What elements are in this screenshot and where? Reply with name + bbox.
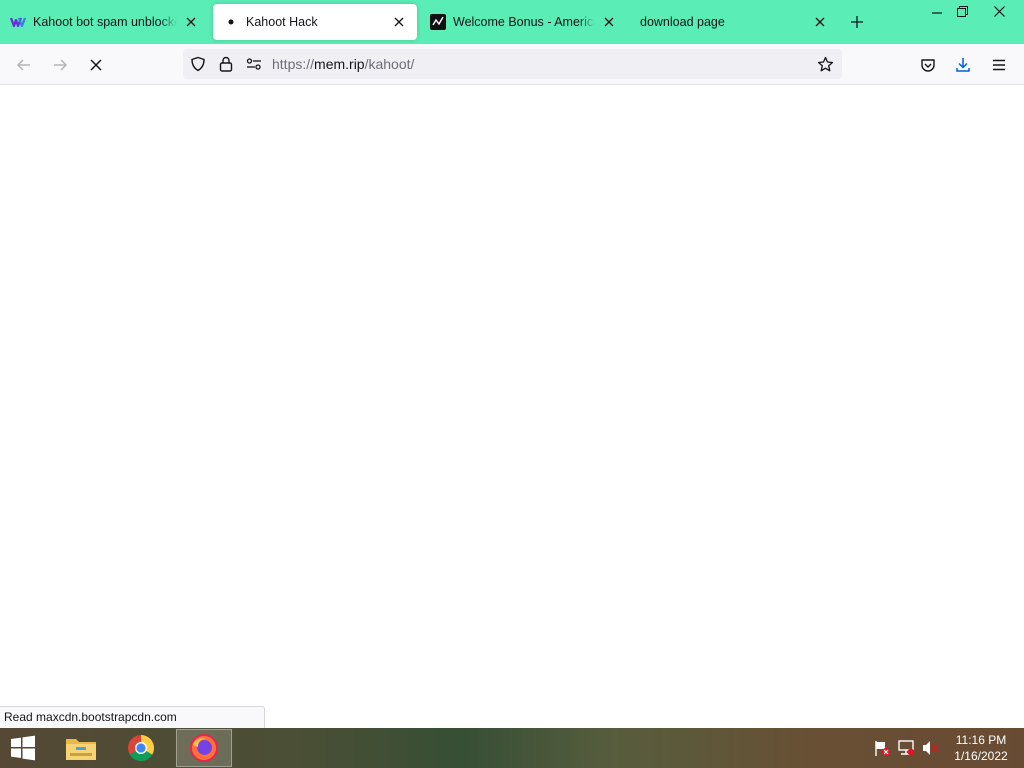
taskbar-firefox[interactable]: [176, 729, 232, 767]
address-bar[interactable]: https://mem.rip/kahoot/: [183, 49, 842, 79]
close-tab-icon[interactable]: [810, 12, 830, 32]
close-window-button[interactable]: [982, 0, 1016, 22]
volume-muted-icon[interactable]: [920, 738, 940, 758]
windows-taskbar: 11:16 PM 1/16/2022: [0, 728, 1024, 768]
taskbar-chrome[interactable]: [113, 729, 169, 767]
tab-welcome-bonus[interactable]: Welcome Bonus - Americas: [420, 4, 627, 40]
start-button[interactable]: [0, 729, 46, 767]
back-arrow-icon: [16, 59, 30, 71]
bookmark-star-icon[interactable]: [816, 55, 834, 73]
tracking-protection-shield-icon[interactable]: [189, 55, 207, 73]
tab-title: download page: [640, 15, 725, 29]
url-host: mem.rip: [314, 56, 365, 72]
dot-icon: [223, 14, 239, 30]
minimize-icon: [932, 12, 942, 14]
stop-icon: [90, 59, 102, 71]
taskbar-file-explorer[interactable]: [53, 729, 109, 767]
close-tab-icon[interactable]: [181, 12, 201, 32]
black-chart-icon: [430, 14, 446, 30]
close-tab-icon[interactable]: [599, 12, 619, 32]
page-content: Read maxcdn.bootstrapcdn.com: [0, 85, 1024, 728]
tab-kahoot-hack[interactable]: Kahoot Hack: [213, 4, 417, 40]
navigation-toolbar: https://mem.rip/kahoot/: [0, 44, 1024, 85]
taskbar-clock[interactable]: 11:16 PM 1/16/2022: [948, 732, 1014, 764]
stop-loading-button[interactable]: [83, 52, 109, 78]
download-icon: [956, 58, 970, 72]
url-scheme: https://: [272, 56, 315, 72]
close-tab-icon[interactable]: [389, 12, 409, 32]
chrome-icon: [128, 735, 155, 762]
action-center-flag-icon[interactable]: [872, 738, 892, 758]
tab-title: Welcome Bonus - Americas: [453, 15, 595, 29]
windows-start-icon: [11, 735, 35, 761]
pocket-button[interactable]: [915, 52, 941, 78]
status-text: Read maxcdn.bootstrapcdn.com: [4, 710, 177, 724]
permissions-icon[interactable]: [245, 55, 263, 73]
restore-button[interactable]: [946, 0, 978, 22]
tab-title: Kahoot Hack: [246, 15, 318, 29]
firefox-icon: [190, 734, 218, 762]
close-icon: [993, 5, 1005, 17]
hamburger-menu-icon: [993, 59, 1005, 71]
tab-title: Kahoot bot spam unblocked: [33, 15, 177, 29]
tab-download-page[interactable]: download page: [630, 4, 838, 40]
clock-date: 1/16/2022: [954, 749, 1008, 763]
url-path: /kahoot/: [364, 56, 415, 72]
tab-kahoot-bot-spam[interactable]: Kahoot bot spam unblocked: [0, 4, 209, 40]
clock-time: 11:16 PM: [955, 733, 1007, 747]
url-text[interactable]: https://mem.rip/kahoot/: [272, 56, 414, 72]
network-icon[interactable]: [896, 738, 916, 758]
status-bar: Read maxcdn.bootstrapcdn.com: [0, 706, 265, 728]
back-button[interactable]: [11, 52, 37, 78]
tab-strip: Kahoot bot spam unblocked Kahoot Hack We…: [0, 0, 1024, 44]
forward-button[interactable]: [47, 52, 73, 78]
lock-icon[interactable]: [217, 55, 235, 73]
file-explorer-icon: [66, 739, 96, 760]
forward-arrow-icon: [54, 59, 68, 71]
app-menu-button[interactable]: [986, 52, 1012, 78]
downloads-button[interactable]: [950, 52, 976, 78]
new-tab-button[interactable]: [845, 10, 869, 34]
restore-icon: [956, 5, 968, 17]
pocket-icon: [921, 59, 935, 72]
kahoot-purple-icon: [10, 14, 26, 30]
plus-icon: [851, 16, 863, 28]
